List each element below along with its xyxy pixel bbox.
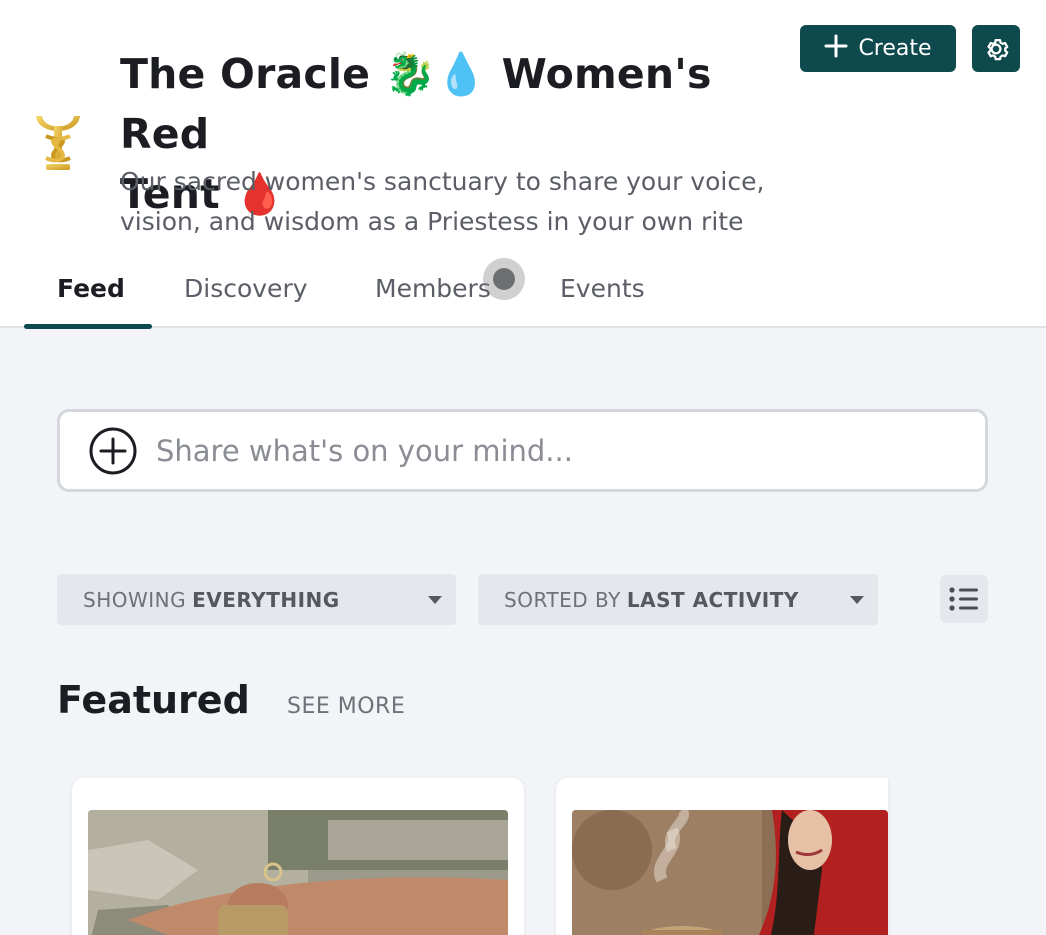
featured-card[interactable] [72,778,524,935]
tab-events[interactable]: Events [560,274,645,303]
chevron-down-icon [850,596,864,604]
list-view-icon [949,587,978,611]
group-description: Our sacred women's sanctuary to share yo… [120,167,765,236]
plus-icon [824,30,848,64]
dragon-emoji: 🐉 [384,50,436,98]
caduceus-logo-icon [28,106,88,176]
sort-dropdown[interactable]: SORTED BY LAST ACTIVITY [478,574,878,625]
composer-placeholder: Share what's on your mind... [156,433,573,468]
touch-indicator [483,258,525,300]
active-tab-indicator [24,324,152,329]
settings-button[interactable] [972,25,1020,72]
tab-feed[interactable]: Feed [57,274,125,303]
tab-members[interactable]: Members [375,274,491,303]
sort-value: LAST ACTIVITY [626,587,799,612]
featured-card[interactable] [556,778,888,935]
post-composer[interactable]: Share what's on your mind... [57,409,988,492]
content-filter-dropdown[interactable]: SHOWING EVERYTHING [57,574,456,625]
featured-heading: Featured [57,678,250,722]
create-button-label: Create [858,36,932,61]
chevron-down-icon [428,596,442,604]
tab-discovery[interactable]: Discovery [184,274,308,303]
sort-prefix: SORTED BY [504,587,621,612]
gear-icon [987,38,1009,60]
layout-toggle-button[interactable] [940,575,988,623]
featured-card-image [88,810,508,935]
see-more-link[interactable]: SEE MORE [287,694,405,719]
add-circle-icon [89,427,137,474]
filter-prefix: SHOWING [83,587,187,612]
create-button[interactable]: Create [800,25,956,72]
water-drop-emoji: 💧 [435,50,488,98]
filter-value: EVERYTHING [192,587,340,612]
featured-card-image [572,810,888,935]
